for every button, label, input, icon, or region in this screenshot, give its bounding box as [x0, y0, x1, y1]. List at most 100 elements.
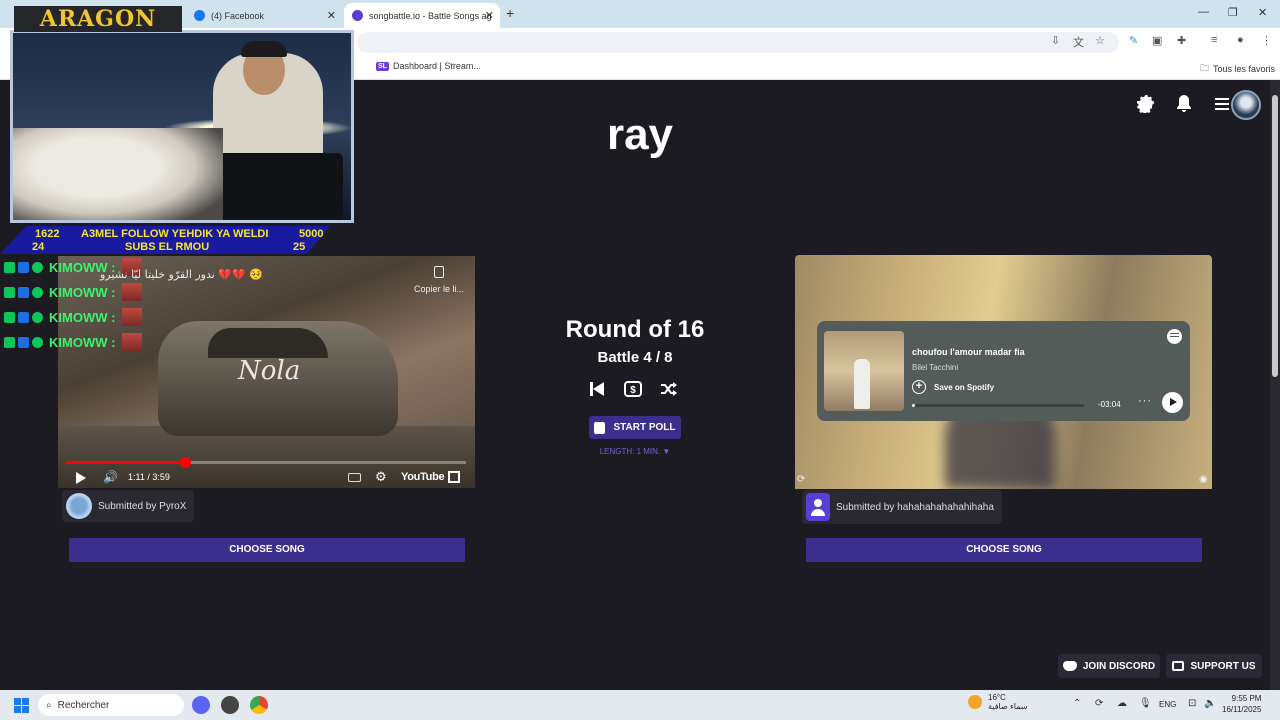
- previous-battle-icon[interactable]: [588, 380, 606, 398]
- translate-icon[interactable]: 文: [1073, 34, 1084, 50]
- play-icon[interactable]: [76, 472, 86, 484]
- video-settings-icon[interactable]: ⚙: [375, 469, 387, 485]
- extensions-puzzle-icon[interactable]: ✚: [1177, 34, 1186, 47]
- minimize-button[interactable]: —: [1198, 6, 1209, 18]
- install-icon[interactable]: ⇩: [1051, 34, 1060, 47]
- copy-link-button[interactable]: Copier le li...: [404, 266, 474, 294]
- hide-eye-icon[interactable]: ◉: [1199, 474, 1208, 485]
- verified-badge-icon: [32, 311, 43, 323]
- profile-icon[interactable]: ●: [1237, 34, 1244, 46]
- spotify-progress-bar[interactable]: [912, 404, 1084, 407]
- kick-badge-icon: [4, 286, 15, 298]
- microphone-icon[interactable]: 🎙: [1139, 698, 1152, 709]
- more-options-icon[interactable]: ···: [1138, 395, 1152, 407]
- browser-tab-bar: (4) Facebook ✕ songbattle.io - Battle So…: [0, 0, 1280, 28]
- webcam-overlay: [10, 30, 354, 223]
- weather-description: سماء صافية: [988, 702, 1028, 711]
- choose-left-song-button[interactable]: CHOOSE SONG: [69, 538, 465, 562]
- settings-gear-icon[interactable]: [1134, 92, 1158, 116]
- tab-songbattle[interactable]: songbattle.io - Battle Songs ag ✕: [344, 3, 500, 28]
- speaker-icon[interactable]: 🔈: [1204, 698, 1216, 709]
- coffee-cup-icon: [1172, 661, 1185, 671]
- all-bookmarks-label: Tous les favoris: [1213, 64, 1276, 74]
- scrollbar-thumb[interactable]: [1272, 95, 1278, 377]
- facebook-icon: [194, 10, 205, 21]
- bookmark-dashboard[interactable]: SL Dashboard | Stream...: [376, 61, 481, 71]
- media-queue-icon[interactable]: ≡: [1211, 34, 1217, 46]
- extension-icon[interactable]: ✎: [1129, 34, 1138, 47]
- start-poll-button[interactable]: START POLL: [589, 416, 681, 439]
- captions-icon[interactable]: [348, 473, 361, 482]
- network-icon[interactable]: ⊡: [1188, 698, 1196, 709]
- tray-chevron-icon[interactable]: ⌃: [1073, 698, 1081, 709]
- track-artist[interactable]: Bilel Tacchini: [912, 363, 958, 372]
- sun-icon: [968, 695, 982, 709]
- refresh-icon[interactable]: ⟳: [797, 474, 805, 485]
- poll-length-dropdown[interactable]: LENGTH: 1 MIN. ▼: [585, 447, 685, 456]
- sub-count: 24: [32, 241, 45, 253]
- close-window-button[interactable]: ✕: [1258, 6, 1267, 19]
- spotify-embed[interactable]: choufou l'amour madar fia Bilel Tacchini…: [817, 321, 1190, 421]
- discord-taskbar-icon[interactable]: [192, 696, 210, 714]
- tray-app-icon[interactable]: ⟳: [1095, 698, 1103, 709]
- omnibox[interactable]: [357, 32, 1119, 53]
- poll-icon: [594, 421, 606, 434]
- volume-icon[interactable]: 🔊: [103, 470, 118, 484]
- prime-badge-icon: [18, 286, 29, 298]
- chat-username: KIMOWW :: [49, 284, 116, 300]
- join-discord-button[interactable]: JOIN DISCORD: [1058, 654, 1160, 678]
- choose-right-song-button[interactable]: CHOOSE SONG: [806, 538, 1202, 562]
- start-poll-label: START POLL: [613, 422, 676, 433]
- windows-start-icon[interactable]: [14, 698, 29, 713]
- chat-emote: [122, 283, 143, 301]
- youtube-logo[interactable]: YouTube: [401, 471, 445, 483]
- obs-taskbar-icon[interactable]: [221, 696, 239, 714]
- submitted-by-label: Submitted by PyroX: [98, 500, 187, 512]
- bookmark-star-icon[interactable]: ☆: [1095, 34, 1105, 47]
- tray-onedrive-icon[interactable]: ☁: [1117, 698, 1127, 709]
- tab-title: (4) Facebook: [211, 10, 265, 21]
- track-title[interactable]: choufou l'amour madar fia: [912, 347, 1025, 357]
- verified-badge-icon: [32, 261, 43, 273]
- battle-title: ray: [606, 110, 674, 159]
- all-bookmarks[interactable]: 🗀 Tous les favoris: [1200, 61, 1275, 77]
- search-icon: ⌕: [46, 699, 52, 711]
- songbattle-icon: [352, 10, 363, 21]
- spotify-logo-icon[interactable]: [1167, 329, 1182, 344]
- bookmark-label: Dashboard | Stream...: [392, 61, 481, 71]
- spotify-play-button[interactable]: [1162, 392, 1183, 413]
- album-art: [824, 331, 904, 411]
- shuffle-icon[interactable]: [660, 380, 678, 398]
- taskbar-clock[interactable]: 9:55 PM 16/11/2025: [1222, 693, 1261, 715]
- input-language[interactable]: ENG: [1159, 700, 1176, 709]
- weather-widget[interactable]: 16°C سماء صافية: [968, 693, 1028, 711]
- streamlabs-icon: SL: [376, 61, 389, 71]
- chrome-taskbar-icon[interactable]: [250, 696, 268, 714]
- video-progress-bar[interactable]: [66, 457, 466, 468]
- maximize-button[interactable]: ❐: [1228, 6, 1238, 19]
- folder-icon: 🗀: [1200, 63, 1210, 73]
- taskbar-search[interactable]: ⌕ Rechercher: [38, 694, 184, 716]
- extension-square-icon[interactable]: ▣: [1152, 34, 1162, 47]
- follow-goal-target: 5000: [299, 228, 324, 240]
- close-tab-icon[interactable]: ✕: [485, 9, 494, 22]
- menu-kebab-icon[interactable]: ⋮: [1261, 34, 1272, 47]
- user-avatar[interactable]: [1231, 90, 1261, 120]
- spotify-progress-fill: [912, 404, 916, 407]
- fullscreen-icon[interactable]: [448, 471, 460, 483]
- new-tab-button[interactable]: +: [506, 5, 514, 21]
- follower-count: 1622: [35, 228, 60, 240]
- support-us-button[interactable]: SUPPORT US: [1166, 654, 1262, 678]
- chat-message: KIMOWW :: [4, 307, 143, 327]
- dollar-icon[interactable]: $: [624, 380, 642, 398]
- webcam-blanket: [13, 128, 223, 220]
- follow-goal-text: A3MEL FOLLOW YEHDIK YA WELDI: [81, 228, 269, 240]
- video-progress-fill: [66, 461, 185, 464]
- notifications-bell-icon[interactable]: [1172, 92, 1196, 116]
- album-art-figure: [854, 359, 870, 409]
- weather-temp: 16°C: [988, 693, 1006, 702]
- tab-facebook[interactable]: (4) Facebook ✕: [186, 3, 342, 28]
- save-on-spotify-button[interactable]: + Save on Spotify: [912, 380, 994, 394]
- prime-badge-icon: [18, 261, 29, 273]
- close-tab-icon[interactable]: ✕: [327, 9, 336, 22]
